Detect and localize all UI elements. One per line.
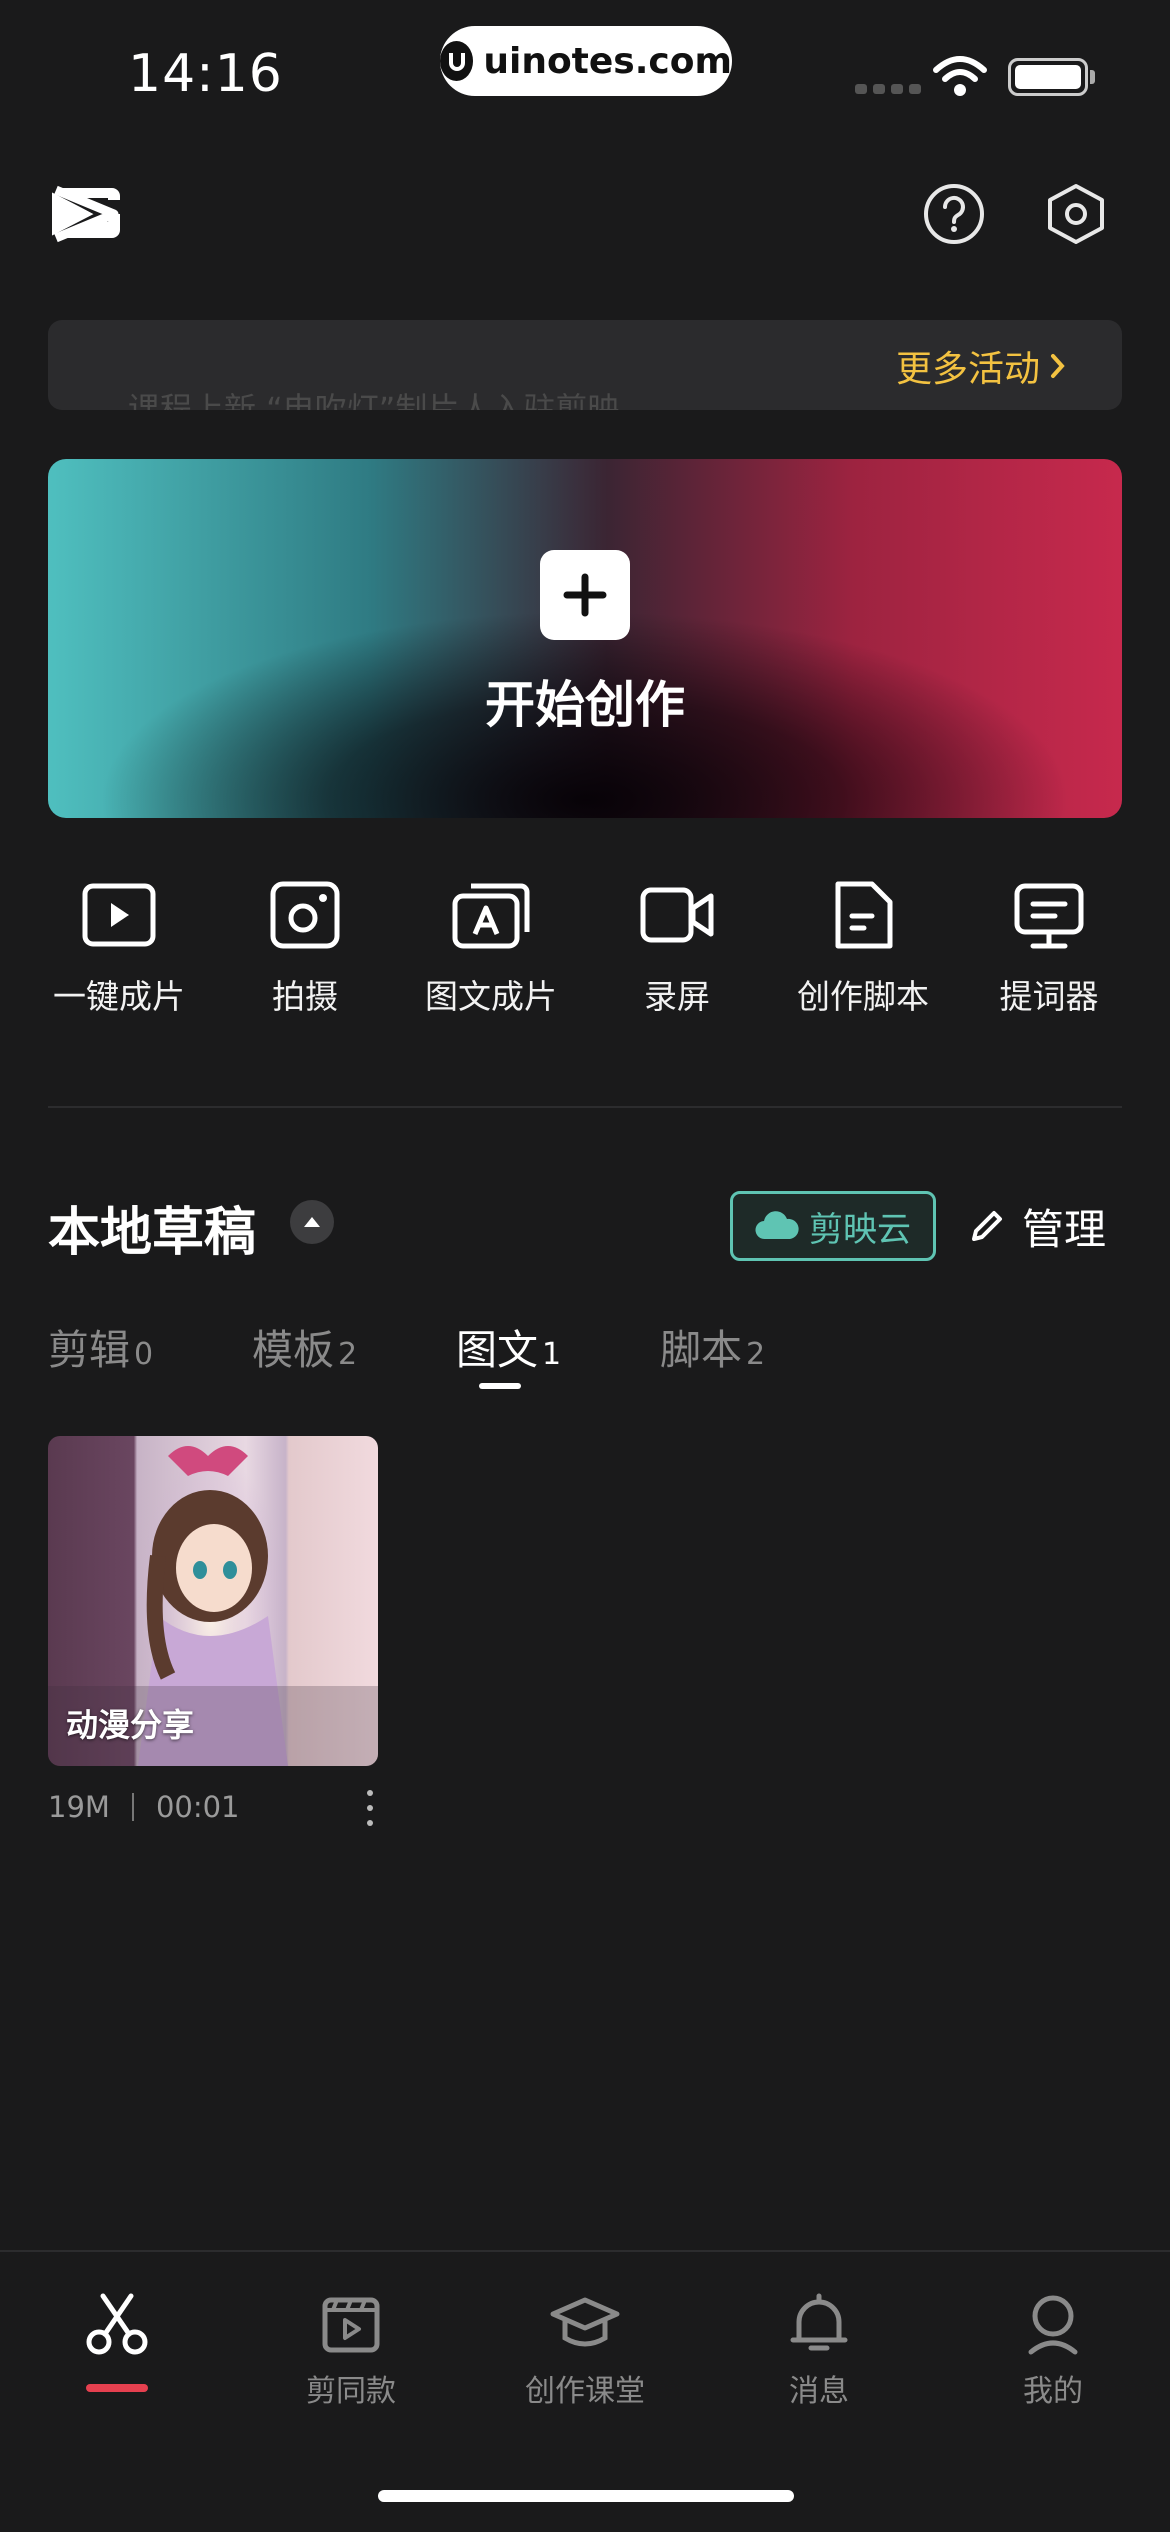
text-image-icon [452,883,530,949]
hero-title: 开始创作 [485,676,685,734]
nav-label: 我的 [1023,2374,1083,2409]
tool-label: 拍摄 [272,977,338,1016]
activity-banner[interactable]: 课程上新 “电吹灯”制片人入驻剪映 更多活动 [48,320,1122,410]
nav-label: 创作课堂 [525,2374,645,2409]
tab-label: 图文 [456,1326,538,1374]
tool-label: 图文成片 [425,977,557,1016]
profile-icon [1028,2295,1078,2355]
cellular-signal-icon [855,84,921,94]
tool-label: 创作脚本 [797,977,929,1016]
battery-icon [1008,58,1088,96]
tool-screen-record[interactable]: 录屏 [587,880,767,1018]
tool-script[interactable]: 创作脚本 [773,880,953,1018]
tab-template[interactable]: 模板 2 [252,1316,357,1376]
tab-count: 2 [338,1337,358,1372]
graduation-cap-icon [550,2297,620,2347]
teleprompter-icon [1014,883,1084,949]
settings-icon[interactable] [1046,182,1106,250]
nav-classroom[interactable]: 创作课堂 [495,2292,675,2410]
capcut-logo-icon [48,182,124,250]
drafts-title: 本地草稿 [48,1203,257,1263]
activity-ghost-text: 课程上新 “电吹灯”制片人入驻剪映 [128,390,620,410]
tab-script[interactable]: 脚本 2 [660,1316,765,1376]
tool-text-to-video[interactable]: 图文成片 [401,880,581,1018]
bell-icon [790,2293,848,2351]
cloud-icon [755,1211,799,1240]
plus-icon [540,550,630,640]
draft-size: 19M [48,1790,110,1824]
tool-camera[interactable]: 拍摄 [215,880,395,1018]
draft-duration: 00:01 [155,1790,240,1824]
manage-button[interactable]: 管理 [966,1196,1106,1257]
start-creating-button[interactable]: 开始创作 [48,459,1122,818]
wifi-icon [932,54,988,102]
tab-count: 2 [746,1337,766,1372]
cloud-label: 剪映云 [809,1209,911,1250]
more-activities-link[interactable]: 更多活动 [896,340,1066,392]
meta-separator [131,1793,134,1821]
draft-meta: 19M 00:01 [48,1790,240,1824]
tool-teleprompter[interactable]: 提词器 [959,880,1139,1018]
tool-label: 录屏 [644,977,710,1016]
nav-label: 消息 [789,2374,849,2409]
video-camera-icon [640,887,714,943]
more-activities-label: 更多活动 [895,349,1040,390]
draft-thumbnail[interactable]: 动漫分享 [48,1436,378,1766]
nav-active-indicator [86,2384,148,2392]
help-icon[interactable] [922,182,986,250]
play-square-icon [82,883,156,947]
manage-label: 管理 [1022,1205,1107,1254]
camera-icon [270,881,340,949]
collapse-toggle-icon[interactable] [290,1200,334,1244]
scissors-icon [86,2293,148,2355]
nav-label: 剪同款 [306,2374,396,2409]
battery-tip [1090,70,1095,84]
watermark-text: uinotes.com [483,40,732,82]
tab-label: 脚本 [660,1326,742,1374]
status-time: 14:16 [128,44,283,104]
cloud-button[interactable]: 剪映云 [730,1191,936,1261]
tab-count: 0 [134,1337,154,1372]
nav-templates[interactable]: 剪同款 [261,2292,441,2410]
nav-profile[interactable]: 我的 [963,2292,1143,2410]
tab-count: 1 [542,1337,562,1372]
tool-one-click-video[interactable]: 一键成片 [29,880,209,1018]
edit-pencil-icon [972,1210,1002,1241]
tab-label: 剪辑 [48,1326,130,1374]
draft-name: 动漫分享 [66,1706,195,1744]
tab-edit[interactable]: 剪辑 0 [48,1316,153,1376]
tool-label: 一键成片 [53,977,185,1016]
tool-label: 提词器 [999,977,1099,1016]
document-icon [835,881,893,949]
watermark-badge: uinotes.com [440,26,732,96]
home-indicator [378,2490,794,2502]
tab-image-text[interactable]: 图文 1 [456,1316,561,1376]
nav-messages[interactable]: 消息 [729,2292,909,2410]
active-tab-indicator [479,1383,521,1389]
tab-label: 模板 [252,1326,334,1374]
section-divider [48,1106,1122,1108]
template-icon [322,2297,380,2353]
watermark-logo-icon [440,41,474,81]
nav-edit[interactable] [27,2292,207,2366]
more-options-icon[interactable] [360,1790,380,1826]
chevron-right-icon [1051,354,1065,378]
